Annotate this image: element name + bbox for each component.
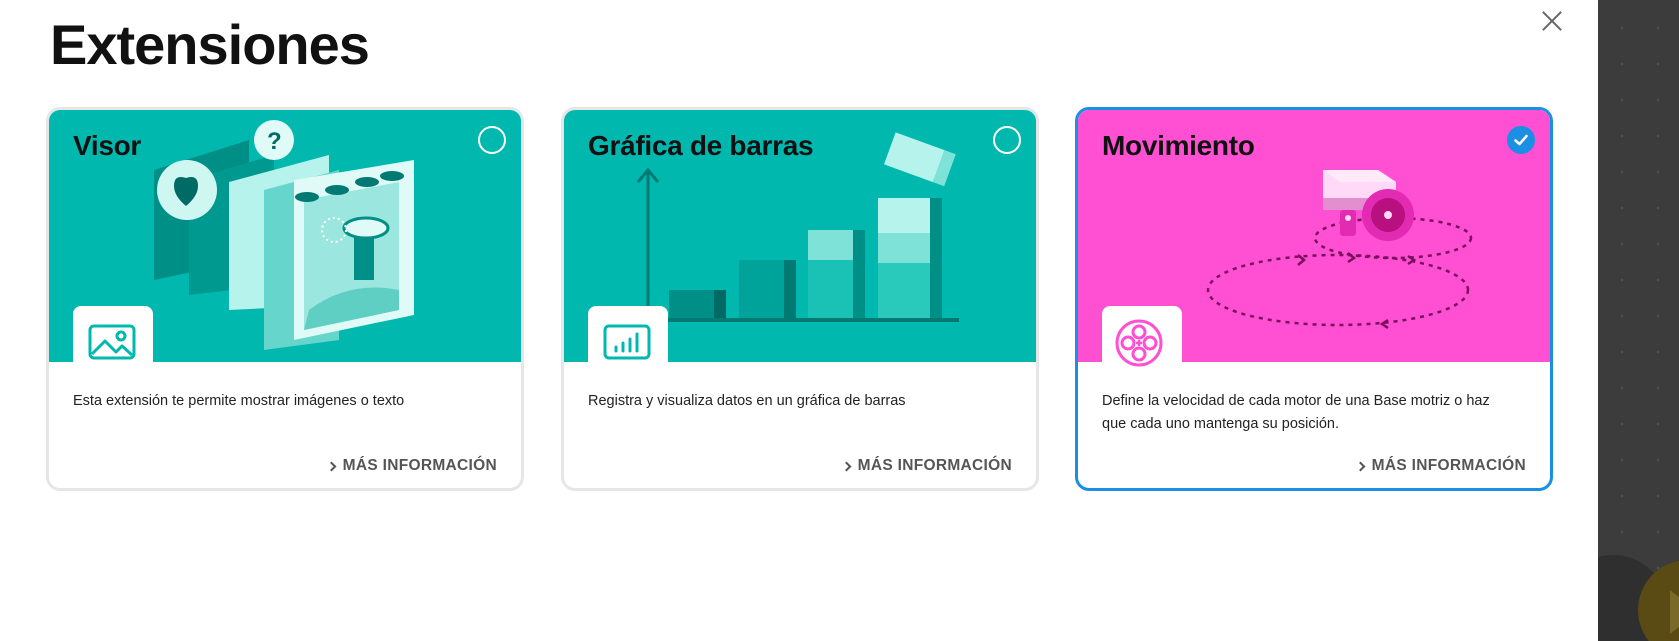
chevron-right-icon [326,461,337,472]
backdrop-grid [1598,0,1679,641]
card-icon-tile [73,306,153,370]
chevron-right-icon [841,461,852,472]
checkmark-icon [1514,134,1528,146]
modal-title: Extensiones [50,13,370,76]
card-hero: Movimiento [1078,110,1550,370]
image-icon [88,324,136,360]
card-icon-tile [1102,306,1182,370]
card-title: Movimiento [1102,130,1255,161]
play-icon [1670,590,1679,634]
more-info-link[interactable]: MÁS INFORMACIÓN [1355,457,1526,475]
select-radio[interactable] [993,126,1021,154]
extensions-modal: Extensiones ? Visor Esta extensión te pe… [0,0,1598,641]
card-description: Registra y visualiza datos en un gráfica… [588,393,906,409]
extension-card-movimiento[interactable]: Movimiento Define la velocidad de cada m… [1075,107,1553,491]
card-description: Esta extensión te permite mostrar imágen… [73,393,405,409]
more-info-label: MÁS INFORMACIÓN [1371,457,1526,474]
app-backdrop [1558,0,1679,641]
card-title: Visor [73,130,142,161]
close-icon[interactable] [1537,6,1567,36]
card-title: Gráfica de barras [588,130,814,161]
card-hero: ? Visor [49,110,521,370]
select-radio[interactable] [478,126,506,154]
card-hero: Gráfica de barras [564,110,1036,370]
more-info-label: MÁS INFORMACIÓN [857,457,1012,474]
motor-icon [1115,319,1163,367]
more-info-label: MÁS INFORMACIÓN [342,457,497,474]
chevron-right-icon [1355,461,1366,472]
more-info-link[interactable]: MÁS INFORMACIÓN [326,457,497,475]
select-radio[interactable] [1507,126,1535,154]
extension-card-bar-chart[interactable]: Gráfica de barras Registra y visualiza d… [561,107,1039,491]
more-info-link[interactable]: MÁS INFORMACIÓN [841,457,1012,475]
card-icon-tile [588,306,668,370]
extension-card-visor[interactable]: ? Visor Esta extensión te permite mostra… [46,107,524,491]
svg-text:?: ? [267,128,282,155]
bar-chart-icon [603,324,651,360]
card-description: Define la velocidad de cada motor de una… [1102,393,1490,432]
